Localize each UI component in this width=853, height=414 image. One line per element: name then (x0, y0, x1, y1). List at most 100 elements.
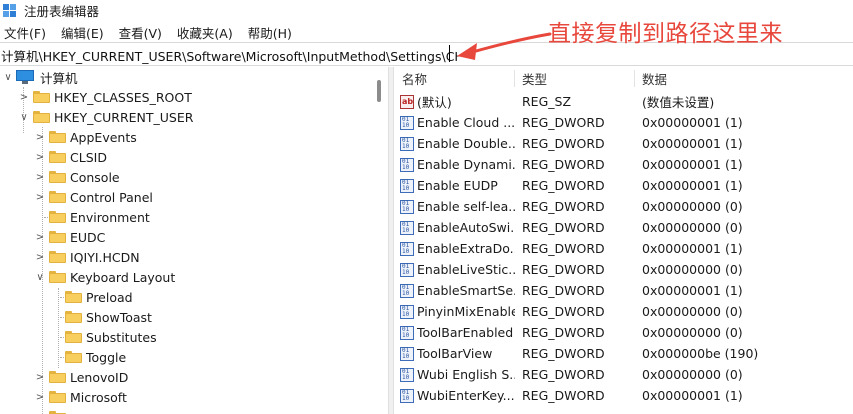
chevron-right-icon[interactable]: > (34, 147, 46, 167)
table-row[interactable]: Enable EUDP REG_DWORD 0x00000001 (1) (395, 175, 853, 196)
value-data: 0x00000001 (1) (642, 115, 743, 130)
tree-node-preload[interactable]: Preload (50, 287, 133, 307)
menu-favorites[interactable]: 收藏夹(A) (173, 23, 237, 42)
chevron-right-icon[interactable]: > (34, 227, 46, 247)
dword-value-icon (400, 220, 414, 235)
value-name: EnableAutoSwi... (417, 220, 515, 235)
tree-node-hkcu[interactable]: ∨ HKEY_CURRENT_USER (18, 107, 193, 127)
tree-node-microsoft[interactable]: > Microsoft (34, 387, 127, 407)
tree-node-partial[interactable]: > (34, 407, 70, 414)
value-name-cell: EnableSmartSe... (395, 280, 515, 301)
pane-splitter[interactable] (388, 67, 394, 414)
folder-icon (49, 211, 66, 223)
table-row[interactable]: WubiEnterKey... REG_DWORD 0x00000001 (1) (395, 385, 853, 406)
tree-node-hkcr[interactable]: > HKEY_CLASSES_ROOT (18, 87, 192, 107)
table-row[interactable]: Wubi English S... REG_DWORD 0x00000000 (0) (395, 364, 853, 385)
tree-node-lenovoid[interactable]: > LenovoID (34, 367, 129, 387)
tree-node-showtoast[interactable]: ShowToast (50, 307, 152, 327)
dword-value-icon (400, 367, 414, 382)
chevron-down-icon[interactable]: ∨ (34, 267, 46, 287)
value-name: PinyinMixEnable (417, 304, 515, 319)
value-name: ToolBarView (417, 346, 493, 361)
tree-scrollbar[interactable] (377, 80, 381, 102)
tree-node-label: Keyboard Layout (70, 269, 176, 285)
value-data: 0x00000001 (1) (642, 136, 743, 151)
chevron-right-icon[interactable]: > (18, 87, 30, 107)
table-row[interactable]: ToolBarEnabled REG_DWORD 0x00000000 (0) (395, 322, 853, 343)
tree-node-substitutes[interactable]: Substitutes (50, 327, 157, 347)
tree-node-iqiyi-hcdn[interactable]: > IQIYI.HCDN (34, 247, 140, 267)
tree-node-computer[interactable]: ∨ 计算机 (2, 67, 78, 87)
tree-node-toggle[interactable]: Toggle (50, 347, 126, 367)
address-input[interactable] (0, 45, 460, 65)
table-row[interactable]: EnableExtraDo... REG_DWORD 0x00000001 (1) (395, 238, 853, 259)
chevron-right-icon[interactable]: > (34, 187, 46, 207)
value-data: 0x00000000 (0) (642, 304, 743, 319)
chevron-right-icon[interactable]: > (34, 127, 46, 147)
tree-node-console[interactable]: > Console (34, 167, 120, 187)
table-row[interactable]: (默认) REG_SZ (数值未设置) (395, 91, 853, 112)
folder-icon (49, 191, 66, 203)
text-caret (449, 45, 450, 62)
tree-node-label: HKEY_CLASSES_ROOT (54, 89, 192, 105)
tree-node-control-panel[interactable]: > Control Panel (34, 187, 153, 207)
chevron-right-icon[interactable]: > (34, 247, 46, 267)
value-name-cell: Enable Dynami... (395, 154, 515, 175)
value-name: WubiEnterKey... (417, 388, 515, 403)
value-name: Enable Double... (417, 136, 515, 151)
table-row[interactable]: Enable Cloud ... REG_DWORD 0x00000001 (1) (395, 112, 853, 133)
value-data: 0x00000000 (0) (642, 367, 743, 382)
value-name-cell: EnableExtraDo... (395, 238, 515, 259)
value-data: 0x00000000 (0) (642, 199, 743, 214)
table-row[interactable]: EnableAutoSwi... REG_DWORD 0x00000000 (0) (395, 217, 853, 238)
menu-help[interactable]: 帮助(H) (244, 23, 296, 42)
column-header-type[interactable]: 类型 (515, 67, 635, 89)
tree-node-clsid[interactable]: > CLSID (34, 147, 107, 167)
table-row[interactable]: PinyinMixEnable REG_DWORD 0x00000000 (0) (395, 301, 853, 322)
chevron-right-icon[interactable]: > (34, 387, 46, 407)
folder-icon (65, 351, 82, 363)
table-row[interactable]: Enable self-lea... REG_DWORD 0x00000000 (0… (395, 196, 853, 217)
folder-icon (65, 311, 82, 323)
tree-node-environment[interactable]: Environment (34, 207, 150, 227)
tree-node-label: Environment (70, 209, 150, 225)
tree-node-label: HKEY_CURRENT_USER (54, 109, 194, 125)
value-type: REG_DWORD (522, 346, 605, 361)
menu-file[interactable]: 文件(F) (0, 23, 50, 42)
table-row[interactable]: EnableLiveStic... REG_DWORD 0x00000000 (0) (395, 259, 853, 280)
chevron-down-icon[interactable]: ∨ (18, 107, 30, 127)
chevron-right-icon[interactable]: > (34, 367, 46, 387)
computer-icon (16, 70, 34, 84)
value-name-cell: EnableAutoSwi... (395, 217, 515, 238)
table-row[interactable]: Enable Dynami... REG_DWORD 0x00000001 (1) (395, 154, 853, 175)
tree-node-label: 计算机 (40, 70, 78, 86)
dword-value-icon (400, 346, 414, 361)
column-header-data[interactable]: 数据 (635, 67, 853, 89)
chevron-right-icon[interactable]: > (34, 407, 46, 414)
dword-value-icon (400, 178, 414, 193)
tree-node-label: ShowToast (86, 309, 152, 325)
tree-node-label: EUDC (70, 229, 106, 245)
value-name-cell: Enable EUDP (395, 175, 515, 196)
value-name-cell: PinyinMixEnable (395, 301, 515, 322)
tree-node-label: LenovoID (70, 369, 129, 385)
menu-edit[interactable]: 编辑(E) (57, 23, 108, 42)
value-name: Enable Cloud ... (417, 115, 515, 130)
chevron-right-icon[interactable]: > (34, 167, 46, 187)
chevron-down-icon[interactable]: ∨ (2, 67, 14, 87)
table-row[interactable]: Enable Double... REG_DWORD 0x00000001 (1) (395, 133, 853, 154)
value-name: EnableSmartSe... (417, 283, 515, 298)
column-header-name[interactable]: 名称 (395, 67, 515, 89)
tree-node-eudc[interactable]: > EUDC (34, 227, 106, 247)
value-name: Enable Dynami... (417, 157, 515, 172)
tree-node-keyboard-layout[interactable]: ∨ Keyboard Layout (34, 267, 175, 287)
folder-icon (49, 251, 66, 263)
menu-view[interactable]: 查看(V) (115, 23, 166, 42)
folder-icon (33, 91, 50, 103)
table-row[interactable]: ToolBarView REG_DWORD 0x000000be (190) (395, 343, 853, 364)
registry-tree: ∨ 计算机 > HKEY_CLASSES_ROOT ∨ HKEY_CURRENT… (0, 67, 386, 414)
table-row[interactable]: EnableSmartSe... REG_DWORD 0x00000001 (1) (395, 280, 853, 301)
tree-node-appevents[interactable]: > AppEvents (34, 127, 137, 147)
